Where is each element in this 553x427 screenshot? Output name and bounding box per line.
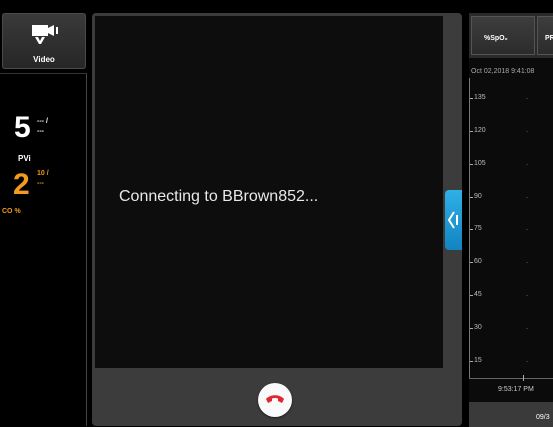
pvi-value: 5 [14, 111, 31, 144]
date-footer-label: 09/3 [536, 414, 550, 421]
call-control-bar [92, 371, 462, 426]
pvi-limits: --- / --- [37, 118, 48, 135]
time-axis: 9:53:17 PM [469, 375, 553, 401]
y-tick: 120 [470, 127, 553, 137]
hang-up-phone-icon [266, 395, 284, 403]
y-tick: 60 [470, 258, 553, 268]
y-tick: 105 [470, 160, 553, 170]
pvi-label: PVi [18, 154, 31, 163]
y-tick: 45 [470, 291, 553, 301]
trend-graph[interactable]: 135 120 105 90 75 60 45 30 15 [469, 78, 553, 378]
y-tick: 15 [470, 357, 553, 367]
collapse-chevron-icon [447, 211, 458, 229]
tab-spo2-label: %SpO₂ [484, 35, 508, 42]
y-tick: 30 [470, 324, 553, 334]
trend-timestamp: Oct 02,2018 9:41:08 [471, 68, 535, 75]
video-button[interactable]: Video [2, 13, 86, 69]
tab-pr[interactable]: PR [537, 16, 553, 55]
parameter-panel: 5 --- / --- PVi 2 10 /--- CO % [0, 73, 87, 426]
co-value: 2 [13, 168, 30, 201]
connecting-status: Connecting to BBrown852... [119, 188, 319, 205]
co-limits: 10 /--- [37, 170, 49, 187]
video-button-label: Video [33, 55, 55, 64]
hang-up-button[interactable] [258, 383, 292, 417]
video-camera-icon [32, 25, 58, 44]
y-tick: 135 [470, 94, 553, 104]
time-label: 9:53:17 PM [498, 386, 534, 393]
video-area: Connecting to BBrown852... [95, 16, 443, 368]
y-tick: 90 [470, 193, 553, 203]
tab-pr-label: PR [545, 35, 553, 42]
trend-tabs: %SpO₂ PR [469, 13, 553, 58]
left-column: Video 5 --- / --- PVi 2 10 /--- CO % [0, 0, 92, 427]
trend-panel: %SpO₂ PR Oct 02,2018 9:41:08 135 120 105… [469, 13, 553, 427]
video-call-panel: Connecting to BBrown852... [92, 13, 462, 426]
co-label: CO % [2, 208, 21, 215]
date-footer[interactable]: 09/3 [469, 402, 553, 427]
tab-spo2[interactable]: %SpO₂ [471, 16, 535, 55]
collapse-panel-tab[interactable] [445, 190, 462, 250]
y-tick: 75 [470, 225, 553, 235]
